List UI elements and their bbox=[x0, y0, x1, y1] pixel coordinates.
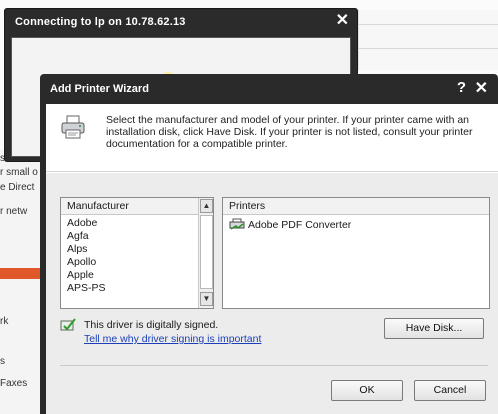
printer-icon bbox=[61, 115, 85, 139]
printers-list[interactable]: Printers Adobe PDF Converter bbox=[222, 197, 490, 309]
signed-driver-icon bbox=[60, 318, 76, 331]
wizard-header: Select the manufacturer and model of you… bbox=[46, 104, 498, 172]
connecting-window-title: Connecting to lp on 10.78.62.13 bbox=[15, 16, 186, 28]
background-text: r small o bbox=[0, 167, 38, 178]
list-item[interactable]: Agfa bbox=[65, 230, 106, 243]
have-disk-button[interactable]: Have Disk... bbox=[384, 318, 484, 339]
manufacturer-column-header: Manufacturer bbox=[61, 198, 198, 215]
wizard-title: Add Printer Wizard bbox=[50, 83, 149, 95]
add-printer-wizard: Add Printer Wizard ? ✕ Select the manufa… bbox=[40, 74, 498, 414]
background-text: s bbox=[0, 356, 5, 367]
close-icon[interactable]: ✕ bbox=[475, 78, 488, 98]
help-icon[interactable]: ? bbox=[457, 79, 466, 96]
scroll-up-icon[interactable]: ▲ bbox=[200, 199, 213, 213]
background-text: e Direct bbox=[0, 182, 35, 193]
wizard-body: Select the manufacturer and model of you… bbox=[46, 104, 498, 414]
background-text: r netw bbox=[0, 206, 28, 217]
driver-signing-link[interactable]: Tell me why driver signing is important bbox=[84, 333, 261, 345]
list-item[interactable]: Adobe PDF Converter bbox=[229, 218, 351, 231]
ok-button[interactable]: OK bbox=[331, 380, 403, 401]
list-item[interactable]: Apollo bbox=[65, 256, 106, 269]
printer-item-label: Adobe PDF Converter bbox=[248, 218, 352, 231]
printer-item-icon bbox=[229, 218, 245, 230]
driver-signed-row: This driver is digitally signed. bbox=[60, 318, 218, 332]
cancel-button[interactable]: Cancel bbox=[414, 380, 486, 401]
background-text: Faxes bbox=[0, 378, 28, 389]
background-text: rk bbox=[0, 316, 9, 327]
printers-column-header: Printers bbox=[223, 198, 489, 215]
manufacturer-list[interactable]: Manufacturer Adobe Agfa Alps Apollo Appl… bbox=[60, 197, 214, 309]
list-item[interactable]: Alps bbox=[65, 243, 106, 256]
list-item[interactable]: Adobe bbox=[65, 217, 106, 230]
list-item[interactable]: APS-PS bbox=[65, 282, 106, 295]
background-panel bbox=[358, 10, 498, 70]
manufacturer-items: Adobe Agfa Alps Apollo Apple APS-PS bbox=[65, 217, 106, 295]
divider bbox=[60, 365, 488, 366]
close-icon[interactable]: ✕ bbox=[336, 12, 349, 30]
wizard-instructions: Select the manufacturer and model of you… bbox=[106, 114, 473, 150]
manufacturer-scrollbar[interactable]: ▲ ▼ bbox=[198, 198, 213, 308]
scroll-thumb[interactable] bbox=[200, 215, 213, 289]
driver-signed-text: This driver is digitally signed. bbox=[84, 319, 219, 331]
background-divider bbox=[358, 24, 498, 25]
list-item[interactable]: Apple bbox=[65, 269, 106, 282]
wizard-content: Manufacturer Adobe Agfa Alps Apollo Appl… bbox=[46, 173, 498, 414]
scroll-down-icon[interactable]: ▼ bbox=[200, 292, 213, 306]
background-divider bbox=[358, 48, 498, 49]
